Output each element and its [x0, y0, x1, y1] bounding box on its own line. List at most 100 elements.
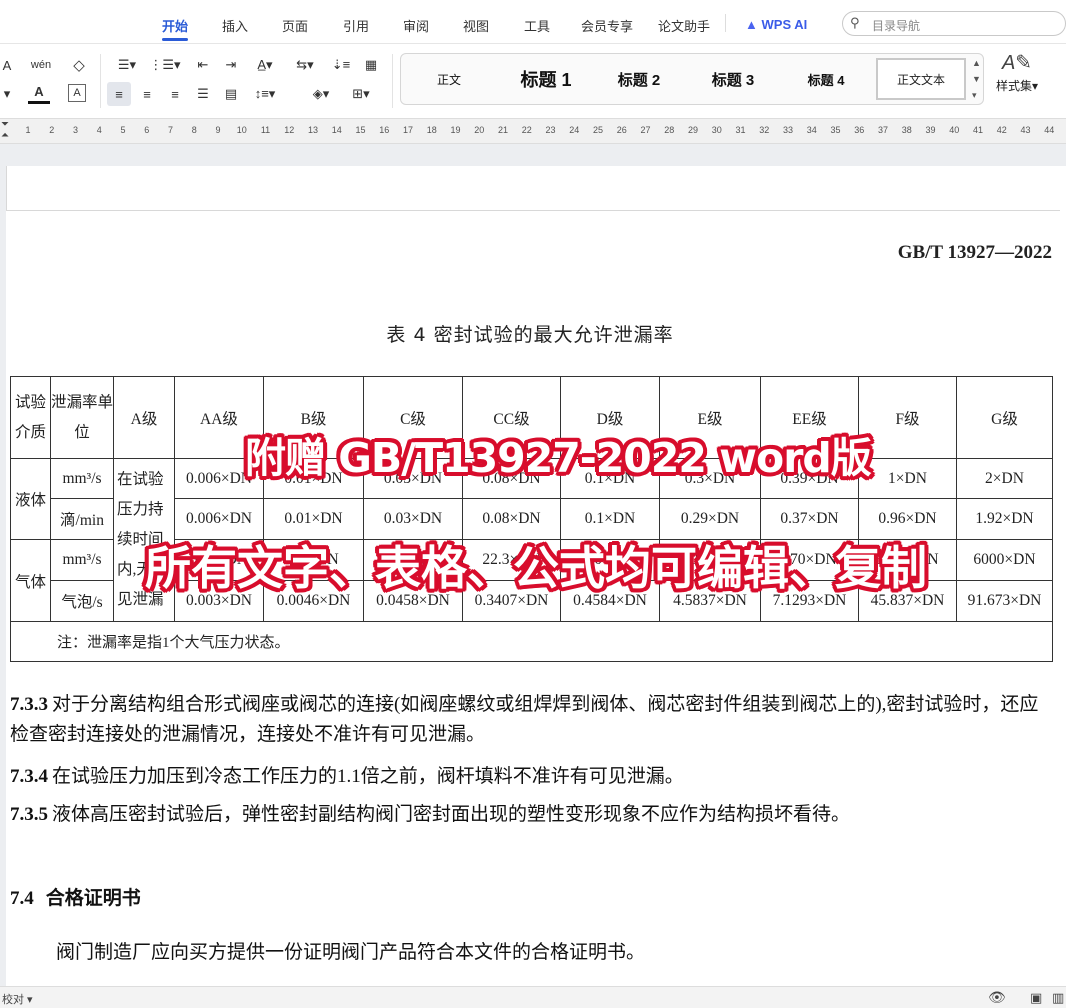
shading-icon[interactable]: ◈▾: [306, 82, 336, 106]
phonetic-guide-icon[interactable]: wén: [28, 54, 54, 76]
ruler-tick-label: 28: [664, 125, 675, 135]
ruler-tick-label: 44: [1044, 125, 1055, 135]
ruler-tick-label: 18: [426, 125, 437, 135]
section-number: 7.4: [10, 888, 34, 909]
ruler-tick-label: 31: [735, 125, 746, 135]
increase-indent-icon[interactable]: ⇥: [220, 54, 242, 76]
line-spacing-icon[interactable]: ↕≡▾: [250, 82, 280, 106]
align-left-icon[interactable]: ≡: [107, 82, 131, 106]
font-color-icon[interactable]: A: [28, 82, 50, 104]
page-view-icon[interactable]: ▣: [1030, 990, 1042, 1006]
section-heading-7-4[interactable]: 7.4 合格证明书: [10, 884, 141, 914]
distributed-icon[interactable]: ▤: [220, 82, 242, 106]
eraser-icon[interactable]: ◇: [68, 54, 90, 76]
clause-number: 7.3.4: [10, 766, 48, 787]
ruler-tick-label: 7: [167, 125, 174, 135]
ribbon-toolbar: A wén ◇ ▾ A A ☰▾ ⋮☰▾ ⇤ ⇥ A̲▾ ⇆▾ ⇣≡ ▦ ≡ ≡…: [0, 44, 1066, 118]
ruler-tick-label: 2: [49, 125, 55, 135]
char-border-icon[interactable]: A: [68, 84, 86, 102]
font-size-icon[interactable]: A: [0, 56, 14, 74]
medium-liquid: 液体: [10, 458, 51, 540]
ruler-tick-label: 23: [545, 125, 556, 135]
table-cell: 2×DN: [956, 458, 1053, 499]
clause-7-3-5[interactable]: 7.3.5 液体高压密封试验后，弹性密封副结构阀门密封面出现的塑性变形现象不应作为…: [10, 800, 1054, 830]
ruler-tick-label: 19: [450, 125, 461, 135]
borders-icon[interactable]: ⊞▾: [346, 82, 376, 106]
section-title: 合格证明书: [45, 888, 141, 909]
style-normal[interactable]: 正文: [419, 54, 479, 104]
wps-ai-button[interactable]: ▲ WPS AI: [745, 17, 807, 32]
gallery-up-icon[interactable]: ▲: [972, 58, 981, 68]
ruler-tick-label: 17: [402, 125, 414, 135]
ruler-tick-label: 43: [1020, 125, 1031, 135]
style-body-text[interactable]: 正文文本: [876, 58, 966, 100]
medium-gas: 气体: [10, 539, 51, 622]
decrease-indent-icon[interactable]: ⇤: [192, 54, 214, 76]
ruler-tick-label: 6: [144, 125, 150, 135]
style-set-icon: A✎: [1001, 52, 1033, 74]
sort-icon[interactable]: ⇆▾: [292, 54, 318, 76]
style-heading-4[interactable]: 标题 4: [787, 54, 865, 104]
gallery-down-icon[interactable]: ▼: [972, 74, 981, 84]
align-center-icon[interactable]: ≡: [136, 82, 158, 106]
style-heading-3[interactable]: 标题 3: [693, 54, 773, 104]
tab-view[interactable]: 视图: [463, 16, 489, 35]
ruler-tick-label: 22: [521, 125, 532, 135]
clause-7-3-3[interactable]: 7.3.3 对于分离结构组合形式阀座或阀芯的连接(如阀座螺纹或组焊焊到阀体、阀芯密…: [10, 690, 1054, 750]
row-unit: 气泡/s: [50, 580, 114, 622]
align-right-icon[interactable]: ≡: [164, 82, 186, 106]
tab-home[interactable]: 开始: [162, 16, 188, 35]
ruler-tick-label: 40: [949, 125, 960, 135]
header-grade: F级: [858, 376, 957, 459]
ruler-tick-label: 42: [996, 125, 1007, 135]
ruler-tick-label: 26: [616, 125, 627, 135]
line-sort-icon[interactable]: ⇣≡: [330, 54, 352, 76]
indent-marker-icon[interactable]: ⏷ ⏶: [1, 119, 9, 141]
ruler-tick-label: 33: [782, 125, 794, 135]
row-unit: mm³/s: [50, 539, 114, 581]
row-unit: 滴/min: [50, 498, 114, 540]
table-cell: 1.92×DN: [956, 498, 1053, 540]
leak-rate-table[interactable]: 试验介质 泄漏率单位 A级 AA级 B级 C级 CC级 D级 E级 EE级 F级…: [10, 376, 1053, 662]
ruler-tick-label: 8: [191, 125, 197, 135]
tab-page[interactable]: 页面: [282, 16, 308, 35]
proofread-button[interactable]: 校对 ▾: [2, 991, 33, 1007]
style-set-button[interactable]: A✎ 样式集▾: [992, 50, 1042, 110]
tab-paper-assistant[interactable]: 论文助手: [658, 16, 710, 35]
tab-member[interactable]: 会员专享: [581, 16, 633, 35]
text-direction-icon[interactable]: A̲▾: [250, 54, 280, 76]
justify-icon[interactable]: ☰: [192, 82, 214, 106]
ruler-tick-label: 21: [497, 125, 509, 135]
ruler-tick-label: 12: [284, 125, 295, 135]
tab-review[interactable]: 审阅: [403, 16, 429, 35]
show-marks-icon[interactable]: ▦: [360, 54, 382, 76]
header-unit: 泄漏率单位: [50, 376, 114, 459]
numbered-list-icon[interactable]: ⋮☰▾: [149, 54, 180, 76]
ruler-tick-label: 30: [711, 125, 722, 135]
tab-insert[interactable]: 插入: [222, 16, 248, 35]
table-cell: 1×DN: [858, 458, 957, 499]
gallery-more-icon[interactable]: ▾: [972, 90, 977, 101]
ruler-tick-label: 35: [830, 125, 841, 135]
ruler-tick-label: 34: [806, 125, 817, 135]
horizontal-ruler[interactable]: ⏷ ⏶ 1 2 3 4 5 6 7 8 9 10 11 12 13 14 15 16 17 18 19 20 21 22 23…: [0, 118, 1066, 144]
ruler-tick-label: 24: [569, 125, 580, 135]
active-tab-indicator: [162, 38, 188, 41]
web-view-icon[interactable]: ▥: [1052, 990, 1064, 1006]
clause-7-3-4[interactable]: 7.3.4 在试验压力加压到冷态工作压力的1.1倍之前，阀杆填料不准许有可见泄漏。: [10, 762, 1054, 792]
ruler-tick-label: 39: [925, 125, 936, 135]
highlight-icon[interactable]: ▾: [0, 84, 14, 104]
nav-search-input[interactable]: ⚲ 目录导航: [842, 11, 1066, 36]
bullet-list-icon[interactable]: ☰▾: [112, 54, 142, 76]
style-heading-2[interactable]: 标题 2: [599, 54, 679, 104]
eye-protection-icon[interactable]: 👁: [988, 989, 1006, 1006]
tab-tools[interactable]: 工具: [524, 16, 550, 35]
tab-references[interactable]: 引用: [343, 16, 369, 35]
style-heading-1[interactable]: 标题 1: [501, 54, 591, 104]
ruler-tick-label: 10: [236, 125, 247, 135]
ruler-tick-label: 11: [260, 125, 271, 135]
ruler-tick-label: 29: [687, 125, 699, 135]
standard-number: GB/T 13927—2022: [897, 242, 1052, 263]
clause-text: 对于分离结构组合形式阀座或阀芯的连接(如阀座螺纹或组焊焊到阀体、阀芯密封件组装到…: [10, 694, 1039, 745]
section-body[interactable]: 阀门制造厂应向买方提供一份证明阀门产品符合本文件的合格证明书。: [56, 938, 645, 968]
